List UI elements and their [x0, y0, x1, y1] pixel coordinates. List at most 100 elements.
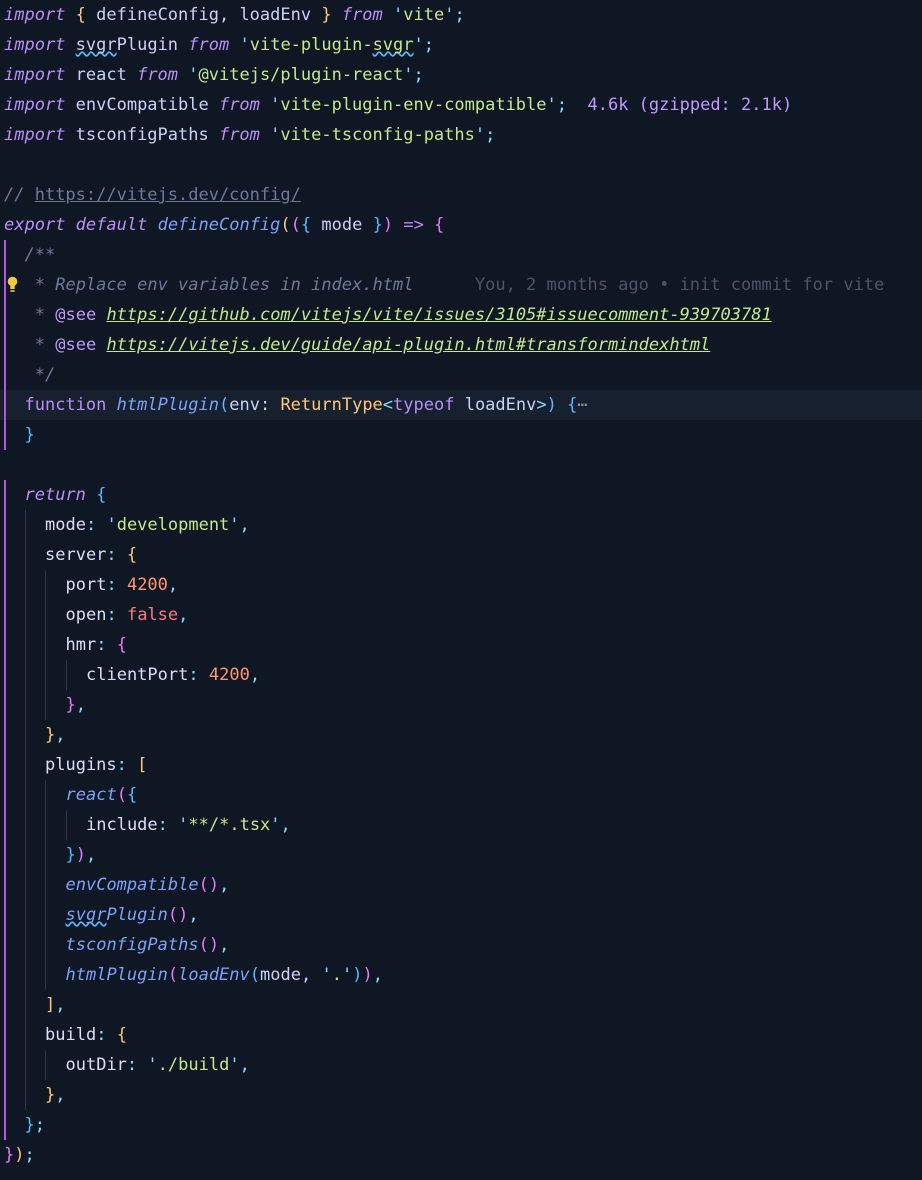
- code-line[interactable]: react({: [0, 780, 922, 810]
- code-line[interactable]: mode: 'development',: [0, 510, 922, 540]
- code-line[interactable]: /**: [0, 240, 922, 270]
- code-line[interactable]: plugins: [: [0, 750, 922, 780]
- code-token: https://vitejs.dev/guide/api-plugin.html…: [106, 335, 711, 355]
- code-token: from: [137, 65, 179, 85]
- code-line[interactable]: },: [0, 690, 922, 720]
- code-line[interactable]: [0, 450, 922, 480]
- code-line[interactable]: export default defineConfig(({ mode }) =…: [0, 210, 922, 240]
- code-token: {: [567, 395, 578, 415]
- code-text: clientPort: 4200,: [86, 660, 260, 690]
- code-token: htmlPlugin: [116, 395, 219, 415]
- indent-guide: [24, 990, 26, 1020]
- code-line[interactable]: clientPort: 4200,: [0, 660, 922, 690]
- code-token: Plugin: [116, 35, 189, 55]
- code-text: ],: [45, 990, 66, 1020]
- indent-guide: [4, 330, 6, 360]
- code-line[interactable]: port: 4200,: [0, 570, 922, 600]
- indent-guide: [4, 300, 6, 330]
- lightbulb-icon[interactable]: [7, 276, 18, 294]
- code-line[interactable]: */: [0, 360, 922, 390]
- code-token: open: [65, 605, 107, 625]
- code-line[interactable]: function htmlPlugin(env: ReturnType<type…: [0, 390, 922, 420]
- indent-guide: [24, 780, 26, 810]
- code-line[interactable]: }),: [0, 840, 922, 870]
- indent-guide: [24, 540, 26, 570]
- code-line[interactable]: svgrPlugin(),: [0, 900, 922, 930]
- code-token: ': [188, 65, 199, 85]
- code-line[interactable]: build: {: [0, 1020, 922, 1050]
- code-line[interactable]: import envCompatible from 'vite-plugin-e…: [0, 90, 922, 120]
- code-line[interactable]: [0, 150, 922, 180]
- code-token: mode: [45, 515, 86, 535]
- code-line[interactable]: include: '**/*.tsx',: [0, 810, 922, 840]
- code-line[interactable]: htmlPlugin(loadEnv(mode, '.')),: [0, 960, 922, 990]
- code-line[interactable]: }: [0, 420, 922, 450]
- code-line[interactable]: return {: [0, 480, 922, 510]
- code-line[interactable]: };: [0, 1110, 922, 1140]
- code-text: import envCompatible from 'vite-plugin-e…: [4, 90, 792, 120]
- code-line[interactable]: hmr: {: [0, 630, 922, 660]
- code-token: }: [45, 1085, 56, 1105]
- code-token: from: [341, 5, 383, 25]
- code-token: *: [34, 305, 56, 325]
- code-token: (: [290, 215, 301, 235]
- code-text: }),: [66, 840, 97, 870]
- code-line[interactable]: server: {: [0, 540, 922, 570]
- code-text: });: [4, 1140, 35, 1170]
- indent-guide: [24, 870, 26, 900]
- code-token: include: [86, 815, 158, 835]
- code-line[interactable]: import { defineConfig, loadEnv } from 'v…: [0, 0, 922, 30]
- code-line[interactable]: },: [0, 1080, 922, 1110]
- code-line[interactable]: ],: [0, 990, 922, 1020]
- code-token: }: [321, 5, 332, 25]
- code-token: ': [147, 1055, 158, 1075]
- code-token: tsconfigPaths: [65, 125, 219, 145]
- code-line[interactable]: * Replace env variables in index.html Yo…: [0, 270, 922, 300]
- code-line[interactable]: * @see https://github.com/vitejs/vite/is…: [0, 300, 922, 330]
- code-token: import: [4, 5, 66, 25]
- code-token: return: [24, 485, 86, 505]
- code-line[interactable]: * @see https://vitejs.dev/guide/api-plug…: [0, 330, 922, 360]
- code-token: outDir: [65, 1055, 127, 1075]
- code-token: ;: [423, 35, 435, 55]
- code-text: tsconfigPaths(),: [66, 930, 230, 960]
- code-token: ;: [413, 65, 424, 85]
- code-token: ): [178, 905, 189, 925]
- code-line[interactable]: tsconfigPaths(),: [0, 930, 922, 960]
- code-line[interactable]: outDir: './build',: [0, 1050, 922, 1080]
- code-line[interactable]: import svgrPlugin from 'vite-plugin-svgr…: [0, 30, 922, 60]
- code-line[interactable]: open: false,: [0, 600, 922, 630]
- code-text: }: [25, 420, 35, 450]
- code-text: htmlPlugin(loadEnv(mode, '.')),: [66, 960, 383, 990]
- code-token: env:: [229, 395, 281, 415]
- indent-guide: [24, 810, 26, 840]
- code-token: ): [546, 395, 557, 415]
- code-token: (: [116, 785, 127, 805]
- code-line[interactable]: envCompatible(),: [0, 870, 922, 900]
- code-text: react({: [66, 780, 138, 810]
- code-token: ,: [55, 725, 66, 745]
- code-line[interactable]: });: [0, 1140, 922, 1170]
- code-token: 4200: [208, 665, 250, 685]
- code-token: react: [65, 785, 117, 805]
- code-text: * @see https://github.com/vitejs/vite/is…: [35, 300, 772, 330]
- code-text: import { defineConfig, loadEnv } from 'v…: [4, 0, 465, 30]
- code-token: {: [96, 485, 107, 505]
- code-text: port: 4200,: [66, 570, 179, 600]
- code-text: * @see https://vitejs.dev/guide/api-plug…: [35, 330, 711, 360]
- code-line[interactable]: import tsconfigPaths from 'vite-tsconfig…: [0, 120, 922, 150]
- code-line[interactable]: import react from '@vitejs/plugin-react'…: [0, 60, 922, 90]
- code-token: htmlPlugin: [65, 965, 168, 985]
- code-text: svgrPlugin(),: [66, 900, 199, 930]
- code-token: }: [24, 1115, 35, 1135]
- code-line[interactable]: },: [0, 720, 922, 750]
- code-editor[interactable]: import { defineConfig, loadEnv } from 'v…: [0, 0, 922, 1180]
- code-token: false: [126, 605, 179, 625]
- code-line[interactable]: // https://vitejs.dev/config/: [0, 180, 922, 210]
- indent-guide: [4, 1110, 6, 1140]
